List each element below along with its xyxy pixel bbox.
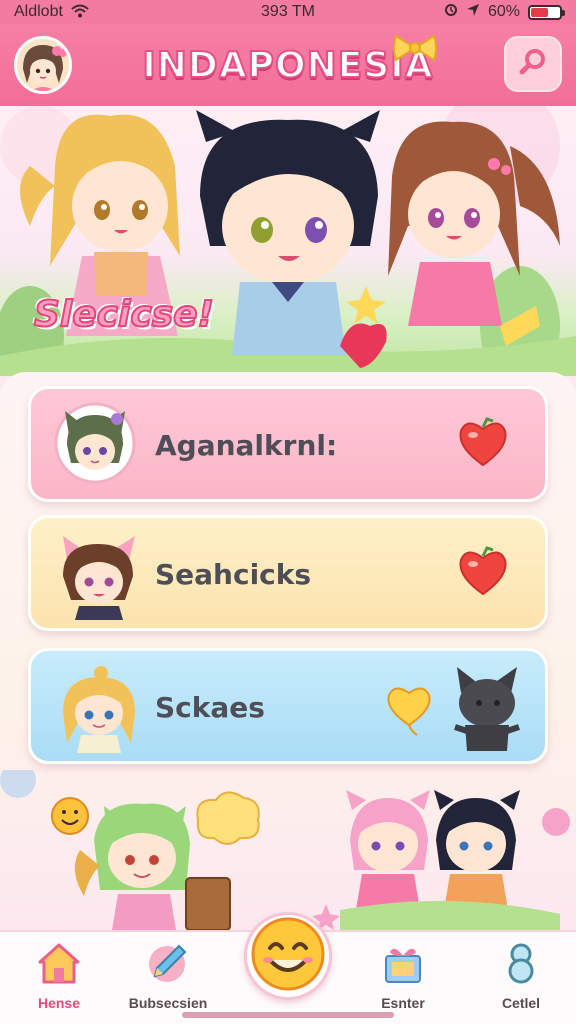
smiley-icon [250, 916, 326, 997]
battery-icon [528, 4, 565, 20]
bottom-illustration [0, 762, 576, 931]
menu-card-1[interactable]: Aganalkrnl: [28, 386, 548, 502]
avatar-girl-icon[interactable] [14, 36, 72, 94]
location-icon [466, 3, 480, 22]
carrier-name: Aldlobt [14, 3, 63, 20]
blonde-girl-avatar-icon [53, 663, 143, 758]
tab-edit-label: Bubsecsien [128, 995, 208, 1011]
menu-card-3[interactable]: Sckaes [28, 648, 548, 764]
tab-home-label: Hense [37, 995, 81, 1011]
tab-gift-label: Esnter [381, 995, 425, 1011]
search-button[interactable] [504, 36, 562, 92]
menu-card-3-label: Sckaes [155, 691, 265, 724]
app-header: INDAPONESIA [0, 24, 576, 106]
tab-settings[interactable]: Cetlel [466, 940, 576, 1020]
home-indicator [182, 1012, 394, 1018]
tab-gift[interactable]: Esnter [348, 940, 458, 1020]
cat-girl-avatar-icon [53, 401, 137, 490]
wifi-icon [71, 4, 89, 21]
alarm-icon [444, 2, 458, 23]
search-icon [518, 47, 548, 82]
hero-banner: Slecicse! [0, 106, 576, 376]
gift-icon [380, 940, 426, 991]
cat-boy-avatar-icon [53, 530, 143, 625]
hero-badge-text: Slecicse! [33, 293, 215, 336]
heart-balloon-icon [381, 681, 437, 742]
heart-icon [455, 415, 511, 476]
tab-home[interactable]: Hense [4, 940, 114, 1020]
app-title: INDAPONESIA [141, 44, 434, 87]
home-icon [36, 940, 82, 991]
menu-card-2-label: Seahcicks [155, 558, 312, 591]
tab-settings-label: Cetlel [501, 995, 541, 1011]
heart-icon [455, 544, 511, 605]
bow-icon [392, 30, 438, 71]
center-smiley-button[interactable] [244, 912, 332, 1000]
cat-plush-icon [451, 663, 521, 758]
battery-percent: 60% [487, 3, 520, 20]
number-8-icon [498, 940, 544, 991]
menu-card-1-label: Aganalkrnl: [155, 429, 338, 462]
hero-characters-illustration [0, 106, 576, 376]
pencil-icon [145, 940, 191, 991]
tab-edit[interactable]: Bubsecsien [113, 940, 223, 1020]
status-bar: Aldlobt 393 TM 60% [0, 0, 576, 24]
menu-card-2[interactable]: Seahcicks [28, 515, 548, 631]
